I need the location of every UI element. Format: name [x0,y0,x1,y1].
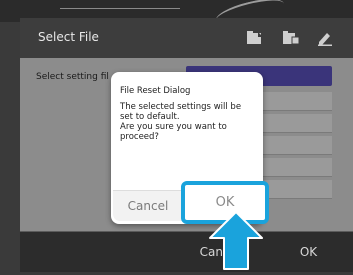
dialog-message-line: set to default. [120,112,180,122]
arrow-up-icon [208,210,264,271]
file-load-icon[interactable] [246,30,264,46]
dialog-message-line: proceed? [120,132,159,142]
dialog-message-line: Are you sure you want to [120,122,227,132]
file-save-icon[interactable] [282,30,300,46]
header: Select File [20,18,353,58]
window-title: Select File [38,30,99,44]
dialog-ok-label: OK [215,195,235,210]
bottom-bar: Cancel OK [20,231,353,272]
select-setting-label: Select setting fil [36,72,109,82]
dialog-message-line: The selected settings will be [120,102,242,112]
dialog-message: The selected settings will be set to def… [120,102,258,142]
dialog-title: File Reset Dialog [120,86,191,96]
dialog-cancel-button[interactable]: Cancel [113,190,183,221]
ok-button[interactable]: OK [264,232,353,272]
edit-icon[interactable] [316,30,334,46]
